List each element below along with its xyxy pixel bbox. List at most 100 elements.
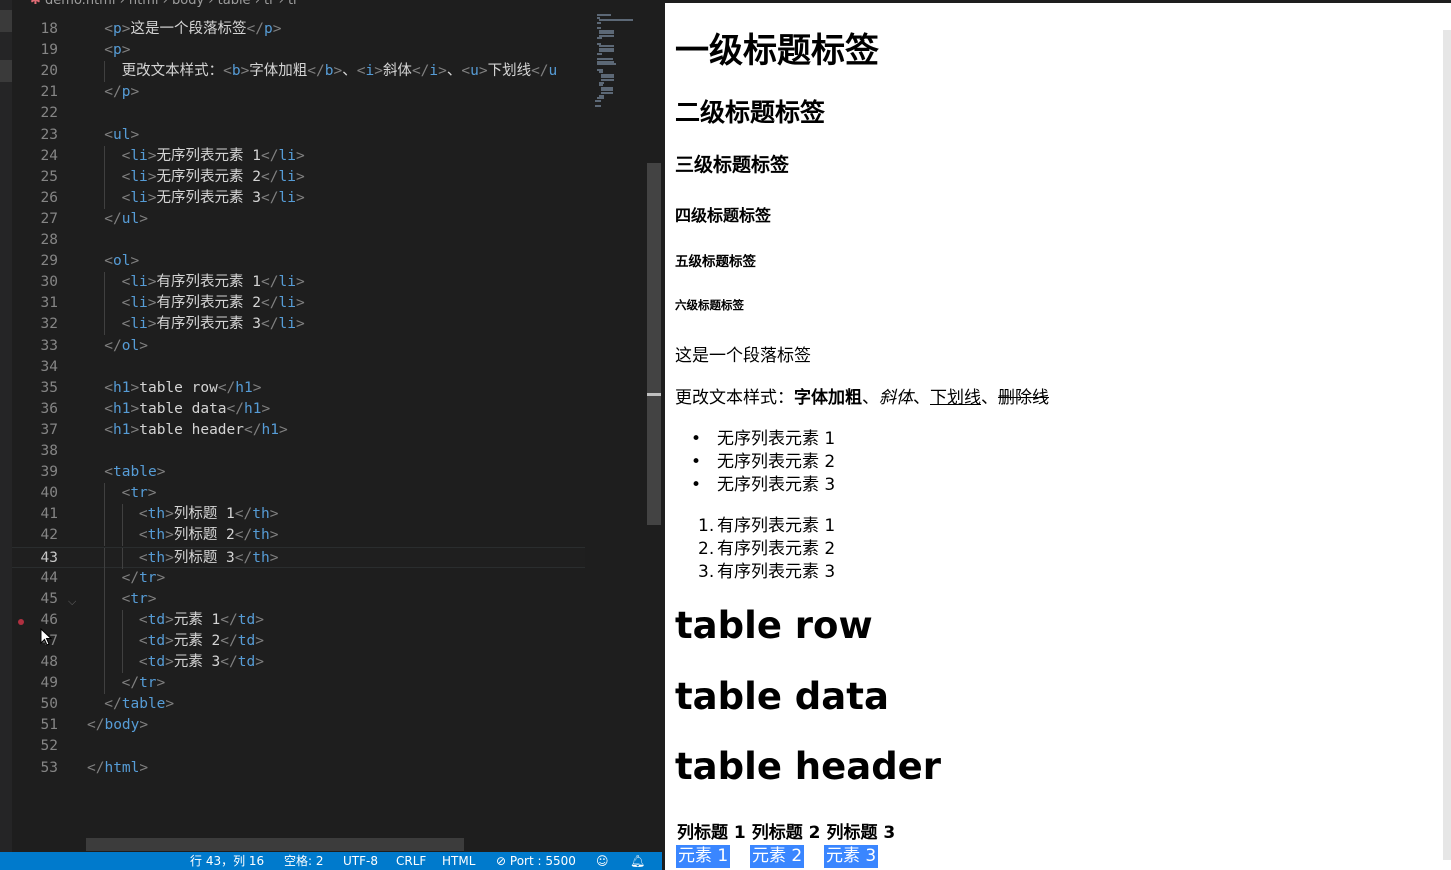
activity-mark (0, 60, 12, 82)
indent-spaces[interactable]: 空格: 2 (284, 852, 324, 870)
line-number: 51 (40, 717, 58, 734)
indent-guide (104, 61, 106, 83)
line-number: 40 (40, 485, 58, 502)
breadcrumb[interactable]: ✱ demo.html › html › body › table › tr ›… (30, 0, 298, 8)
code-text: </tr> (121, 569, 166, 586)
fold-chevron-icon[interactable]: ⌵ (68, 595, 76, 609)
underline-text: 下划线 (930, 388, 981, 408)
indent-guide (121, 525, 123, 547)
code-line[interactable]: 41 <th>列标题 1</th> (12, 504, 585, 526)
minimap-line (595, 105, 602, 107)
notification-bell-icon[interactable]: 🔔︎ (630, 852, 645, 870)
code-line[interactable]: 19 <p> (12, 40, 585, 61)
breadcrumb-body[interactable]: body (172, 0, 204, 8)
language-mode[interactable]: HTML (442, 852, 475, 870)
code-line[interactable]: 35 <h1>table row</h1> (12, 378, 585, 399)
code-line[interactable]: 24 <li>无序列表元素 1</li> (12, 145, 585, 167)
code-editor[interactable]: ✱ demo.html › html › body › table › tr ›… (0, 0, 665, 852)
minimap-line (597, 21, 601, 24)
preview-scrollbar[interactable] (1443, 30, 1451, 860)
code-text: <td>元素 1</td> (138, 611, 264, 628)
code-line[interactable]: 46 <td>元素 1</td> (12, 609, 585, 631)
code-line[interactable]: 40 <tr> (12, 483, 585, 505)
code-line[interactable]: 37 <h1>table header</h1> (12, 420, 585, 441)
activity-mark (0, 10, 12, 32)
ul-item: • 无序列表元素 3 (691, 470, 835, 495)
code-line[interactable]: 18 <p>这是一个段落标签</p> (12, 19, 585, 40)
code-line[interactable]: 52 (12, 736, 585, 757)
code-line[interactable]: 42 <th>列标题 2</th> (12, 525, 585, 547)
line-number: 44 (40, 569, 58, 586)
preview-h3: 三级标题标签 (675, 154, 790, 176)
line-number: 34 (40, 358, 58, 375)
code-line[interactable]: 48 <td>元素 3</td> (12, 652, 585, 673)
indent-guide (104, 483, 106, 505)
code-line[interactable]: 50 </table> (12, 694, 585, 715)
code-line[interactable]: 33 </ol> (12, 336, 585, 357)
code-line[interactable]: 44 </tr> (12, 567, 585, 589)
code-line[interactable]: 43 <th>列标题 3</th> (12, 546, 585, 569)
code-line[interactable]: 39 <table> (12, 462, 585, 483)
code-line[interactable]: 34 (12, 357, 585, 378)
breadcrumb-tr[interactable]: tr (264, 0, 274, 8)
line-number: 32 (40, 316, 58, 333)
preview-paragraph: 这是一个段落标签 (675, 346, 811, 366)
indent-guide (121, 547, 123, 569)
code-line[interactable]: 45 <tr> (12, 588, 585, 610)
ol-item: 3. 有序列表元素 3 (698, 557, 835, 582)
preview-h1-table-row: table row (675, 604, 873, 647)
line-number: 43 (40, 549, 58, 566)
ol-item-text: 有序列表元素 2 (717, 539, 836, 559)
breakpoint-dot-icon[interactable] (18, 619, 24, 625)
code-text: <li>有序列表元素 3</li> (121, 316, 305, 333)
code-line[interactable]: 32 <li>有序列表元素 3</li> (12, 314, 585, 336)
code-line[interactable]: 36 <h1>table data</h1> (12, 399, 585, 420)
feedback-icon[interactable]: ☺ (596, 852, 609, 870)
code-text: 更改文本样式：<b>字体加粗</b>、<i>斜体</i>、<u>下划线</u (121, 63, 558, 80)
minimap[interactable] (585, 0, 649, 852)
file-encoding[interactable]: UTF-8 (343, 852, 378, 870)
indent-guide (121, 630, 123, 652)
breadcrumb-file[interactable]: demo.html (45, 0, 115, 8)
vertical-scrollbar-thumb[interactable] (647, 163, 661, 525)
code-line[interactable]: 53 </html> (12, 758, 585, 779)
italic-text: 斜体 (879, 388, 913, 408)
ul-item-text: 无序列表元素 1 (717, 429, 836, 449)
indent-guide (104, 567, 106, 589)
table-header-cell: 列标题 2 (751, 823, 821, 843)
code-line[interactable]: 26 <li>无序列表元素 3</li> (12, 187, 585, 209)
end-of-line[interactable]: CRLF (396, 852, 426, 870)
code-line[interactable]: 25 <li>无序列表元素 2</li> (12, 166, 585, 188)
line-number: 19 (40, 42, 58, 59)
bullet-icon: • (691, 475, 702, 495)
ul-item-text: 无序列表元素 2 (717, 452, 836, 472)
code-line[interactable]: 22 (12, 103, 585, 124)
ol-item-text: 有序列表元素 1 (717, 516, 836, 536)
breadcrumb-tr-2[interactable]: tr (288, 0, 298, 8)
live-server-port[interactable]: ⊘ Port : 5500 (496, 852, 576, 870)
code-line[interactable]: 29 <ol> (12, 251, 585, 272)
code-area[interactable]: 17<h6>六级标题标签</h6>18<p>这是一个段落标签</p>19<p>2… (12, 19, 585, 839)
code-line[interactable]: 27 </ul> (12, 209, 585, 230)
indent-guide (104, 314, 106, 336)
breadcrumb-html[interactable]: html (129, 0, 159, 8)
ol-marker: 1. (698, 516, 715, 536)
code-line[interactable]: 28 (12, 230, 585, 251)
line-number: 25 (40, 168, 58, 185)
code-line[interactable]: 51 </body> (12, 715, 585, 736)
code-line[interactable]: 38 (12, 441, 585, 462)
code-line[interactable]: 31 <li>有序列表元素 2</li> (12, 293, 585, 315)
line-number: 20 (40, 63, 58, 80)
code-line[interactable]: 21 </p> (12, 82, 585, 103)
cursor-position[interactable]: 行 43，列 16 (190, 852, 264, 870)
code-line[interactable]: 20 更改文本样式：<b>字体加粗</b>、<i>斜体</i>、<u>下划线</u (12, 61, 585, 83)
breadcrumb-table[interactable]: table (218, 0, 251, 8)
line-number: 36 (40, 400, 58, 417)
horizontal-scrollbar[interactable] (86, 838, 464, 851)
code-line[interactable]: 49 </tr> (12, 673, 585, 695)
code-line[interactable]: 23 <ul> (12, 125, 585, 146)
browser-preview[interactable]: 一级标题标签 二级标题标签 三级标题标签 四级标题标签 五级标题标签 六级标题标… (665, 0, 1451, 870)
code-line[interactable]: 30 <li>有序列表元素 1</li> (12, 272, 585, 294)
code-line[interactable]: 47 <td>元素 2</td> (12, 630, 585, 652)
line-number: 50 (40, 696, 58, 713)
